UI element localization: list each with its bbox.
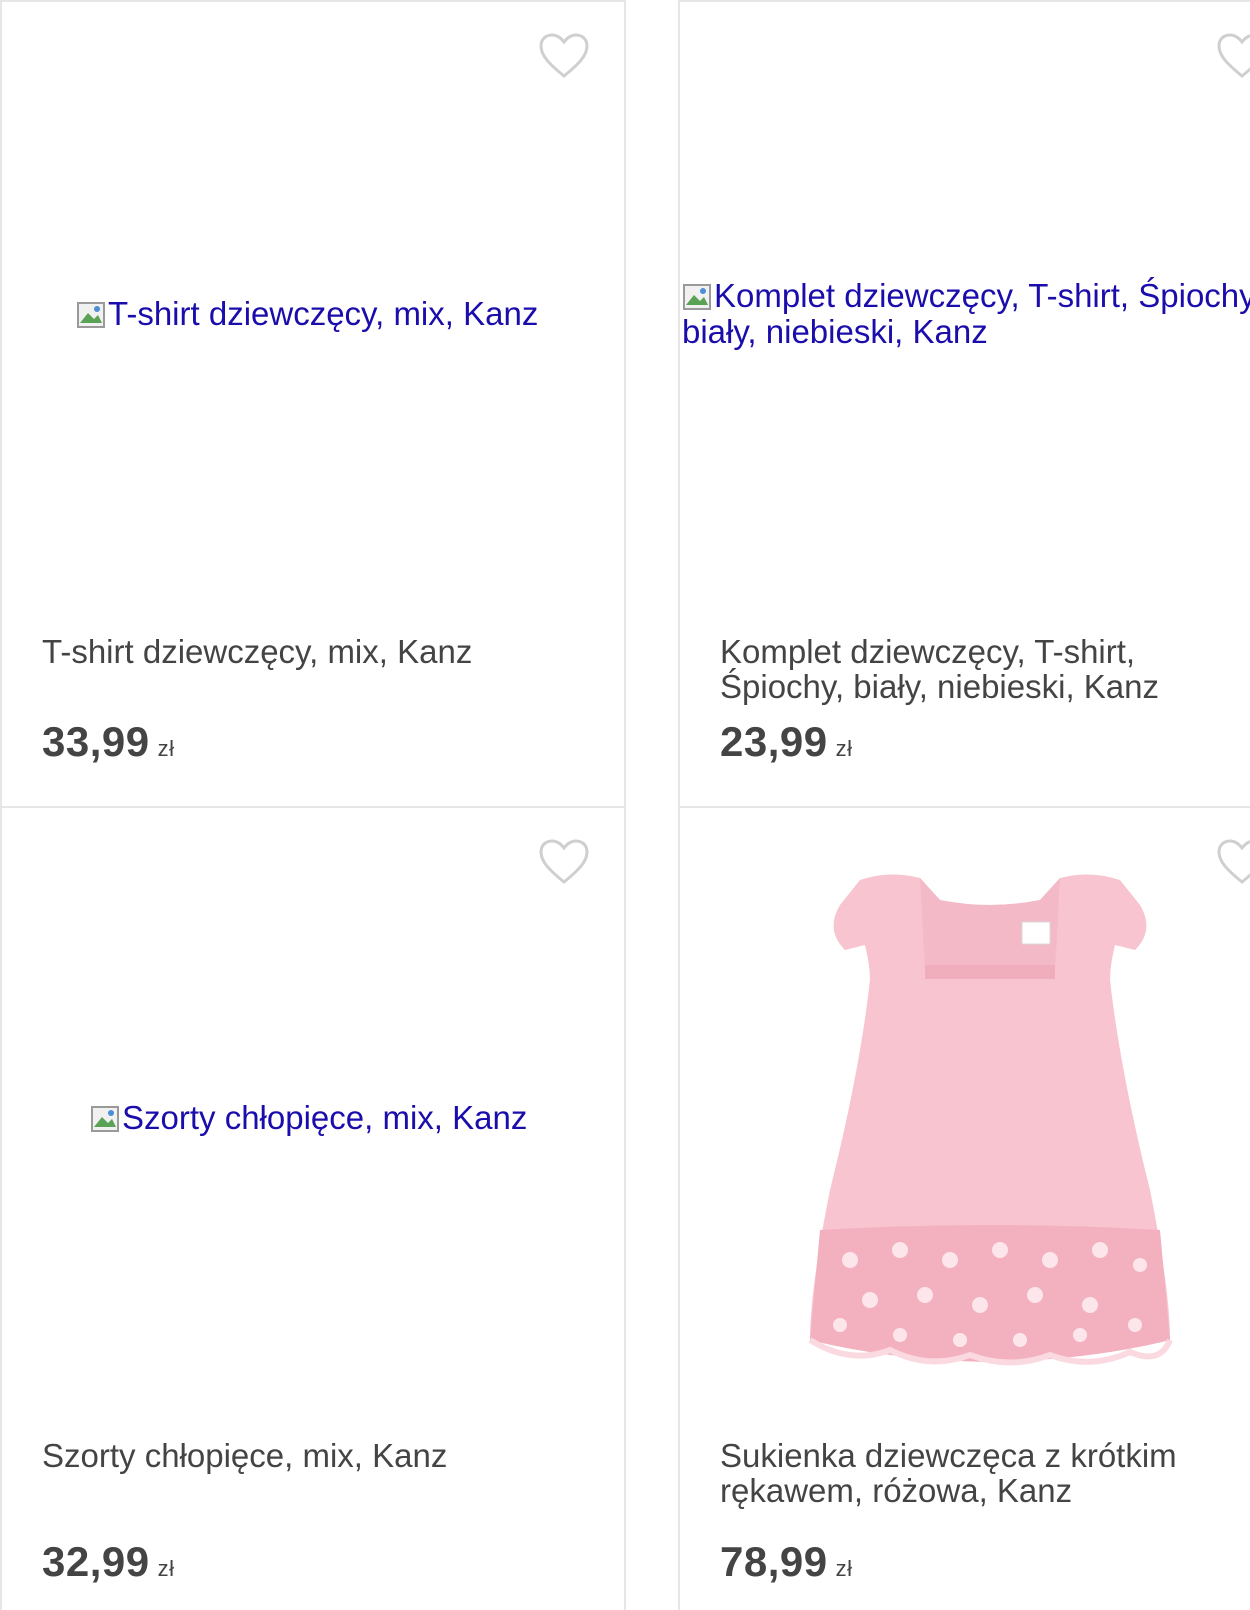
product-image-alt: Komplet dziewczęcy, T-shirt, Śpiochy, bi…	[682, 277, 1250, 350]
price-currency: zł	[835, 1556, 853, 1581]
price-value: 32,99	[42, 1538, 150, 1585]
heart-icon[interactable]	[1216, 32, 1250, 80]
product-title[interactable]: Komplet dziewczęcy, T-shirt, Śpiochy, bi…	[720, 634, 1240, 704]
heart-icon[interactable]	[538, 32, 590, 80]
product-image[interactable]: T-shirt dziewczęcy, mix, Kanz	[76, 296, 538, 332]
broken-image-icon	[77, 302, 105, 328]
product-image-alt: Szorty chłopięce, mix, Kanz	[122, 1099, 528, 1136]
price-value: 33,99	[42, 718, 150, 765]
product-card[interactable]: Sukienka dziewczęca z krótkim rękawem, r…	[678, 806, 1250, 1610]
product-card[interactable]: Szorty chłopięce, mix, Kanz Szorty chłop…	[0, 806, 626, 1610]
broken-image-icon	[683, 284, 711, 310]
price-currency: zł	[835, 736, 853, 761]
product-image[interactable]	[790, 870, 1190, 1370]
price-currency: zł	[157, 736, 175, 761]
product-image[interactable]: Szorty chłopięce, mix, Kanz	[90, 1100, 527, 1136]
product-title[interactable]: T-shirt dziewczęcy, mix, Kanz	[42, 634, 562, 669]
product-grid: T-shirt dziewczęcy, mix, Kanz T-shirt dz…	[0, 0, 1250, 1610]
product-price: 33,99 zł	[42, 718, 175, 766]
broken-image-icon	[91, 1106, 119, 1132]
product-price: 32,99 zł	[42, 1538, 175, 1586]
product-image-alt: T-shirt dziewczęcy, mix, Kanz	[108, 295, 539, 332]
price-value: 78,99	[720, 1538, 828, 1585]
product-title[interactable]: Szorty chłopięce, mix, Kanz	[42, 1438, 562, 1473]
price-currency: zł	[157, 1556, 175, 1581]
heart-icon[interactable]	[1216, 838, 1250, 886]
product-price: 23,99 zł	[720, 718, 853, 766]
product-image[interactable]: Komplet dziewczęcy, T-shirt, Śpiochy, bi…	[682, 278, 1250, 350]
price-value: 23,99	[720, 718, 828, 765]
product-price: 78,99 zł	[720, 1538, 853, 1586]
product-card[interactable]: T-shirt dziewczęcy, mix, Kanz T-shirt dz…	[0, 0, 626, 808]
heart-icon[interactable]	[538, 838, 590, 886]
product-title[interactable]: Sukienka dziewczęca z krótkim rękawem, r…	[720, 1438, 1240, 1508]
product-card[interactable]: Komplet dziewczęcy, T-shirt, Śpiochy, bi…	[678, 0, 1250, 808]
